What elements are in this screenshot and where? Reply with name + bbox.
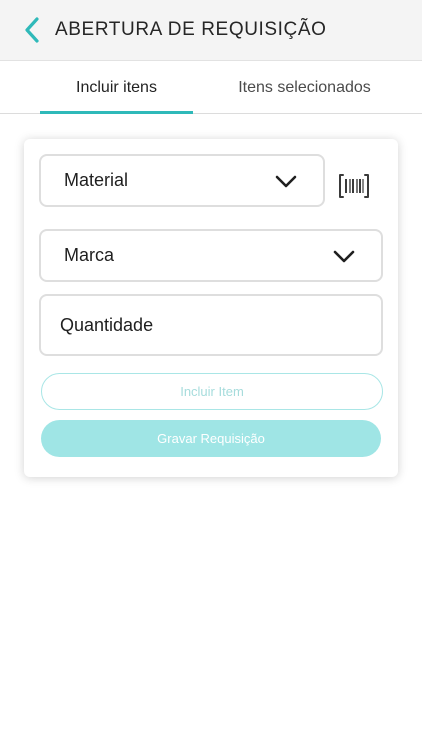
app-header: ABERTURA DE REQUISIÇÃO xyxy=(0,0,422,61)
chevron-down-icon xyxy=(333,250,355,263)
tab-bar: Incluir itens Itens selecionados xyxy=(0,61,422,114)
app-screen: ABERTURA DE REQUISIÇÃO Incluir itens Ite… xyxy=(0,0,422,750)
quantidade-placeholder: Quantidade xyxy=(60,314,154,335)
requisition-form-card: Material Marca Quantidade Incluir Item G… xyxy=(24,139,398,477)
barcode-scan-button[interactable] xyxy=(338,173,370,199)
include-item-button[interactable]: Incluir Item xyxy=(41,373,383,410)
barcode-scan-icon xyxy=(339,174,369,198)
quantidade-input[interactable]: Quantidade xyxy=(39,294,383,356)
marca-select[interactable]: Marca xyxy=(39,229,383,282)
chevron-down-icon xyxy=(275,175,297,188)
tab-incluir-itens[interactable]: Incluir itens xyxy=(40,61,193,114)
marca-select-value: Marca xyxy=(64,245,115,265)
tab-itens-selecionados[interactable]: Itens selecionados xyxy=(222,61,387,114)
chevron-left-icon xyxy=(25,17,39,43)
active-tab-indicator xyxy=(40,111,193,114)
save-requisition-button[interactable]: Gravar Requisição xyxy=(41,420,381,457)
material-select-value: Material xyxy=(64,170,129,190)
page-title: ABERTURA DE REQUISIÇÃO xyxy=(55,19,327,40)
material-select[interactable]: Material xyxy=(39,154,325,207)
back-button[interactable] xyxy=(18,16,46,44)
